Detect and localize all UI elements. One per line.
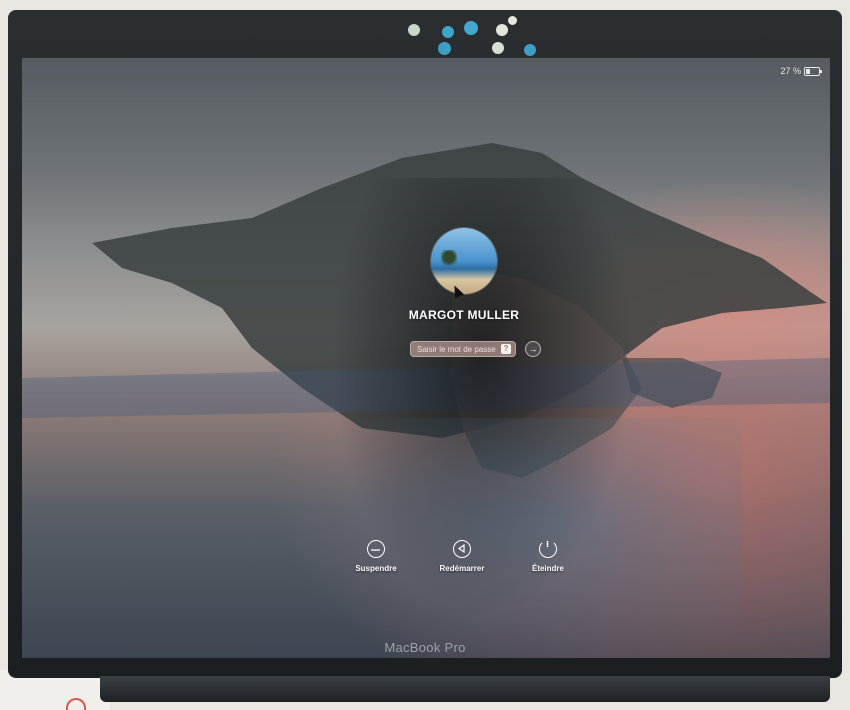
shutdown-button[interactable]: Éteindre xyxy=(508,540,588,573)
sleep-icon xyxy=(367,540,385,558)
power-icon xyxy=(539,540,557,558)
restart-button[interactable]: Redémarrer xyxy=(422,540,502,573)
laptop-base xyxy=(100,676,830,702)
device-name: MacBook Pro xyxy=(384,640,466,655)
shutdown-label: Éteindre xyxy=(531,564,564,573)
sleep-button[interactable]: Suspendre xyxy=(336,540,416,573)
user-avatar[interactable] xyxy=(431,228,497,294)
battery-icon xyxy=(804,66,822,76)
password-hint-icon[interactable]: ? xyxy=(501,344,511,354)
login-screen: 27 % MARGOT MULLER ? → Suspendre Redémar… xyxy=(22,58,830,658)
user-name: MARGOT MULLER xyxy=(408,308,520,322)
restart-icon xyxy=(453,540,471,558)
battery-percent: 27 % xyxy=(780,66,801,76)
reflection-shoulder xyxy=(272,418,742,658)
battery-status: 27 % xyxy=(780,66,822,76)
sleep-label: Suspendre xyxy=(355,564,397,573)
restart-label: Redémarrer xyxy=(439,564,485,573)
palm-tree-icon xyxy=(441,250,457,268)
paper-mark-icon xyxy=(66,698,86,710)
submit-arrow-button[interactable]: → xyxy=(525,341,541,357)
